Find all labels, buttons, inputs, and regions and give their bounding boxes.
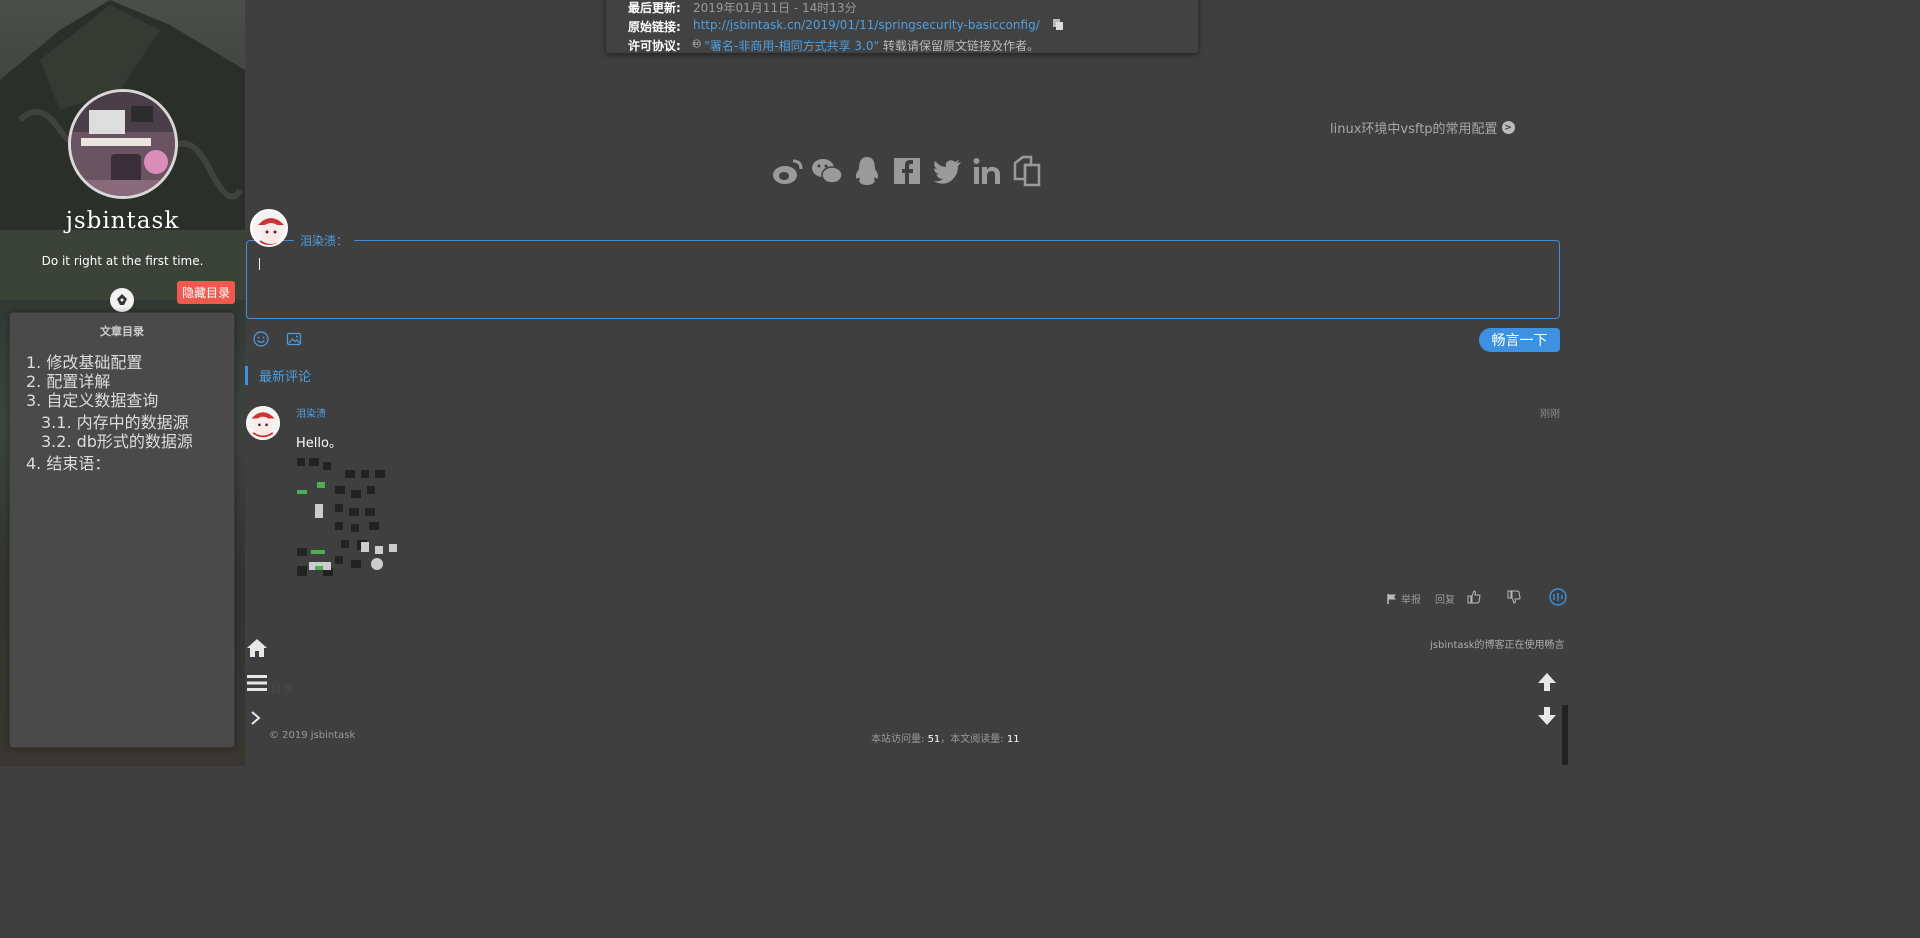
updated-value: 2019年01月11日 - 14时13分 [693, 1, 857, 15]
toc-item[interactable]: 3. 自定义数据查询 [26, 387, 158, 411]
reads-label: ，本文阅读量: [940, 734, 1007, 745]
comment-author[interactable]: 泪染渍 [296, 405, 326, 420]
qq-icon[interactable] [851, 155, 883, 187]
report-button[interactable]: 举报 [1386, 591, 1421, 606]
comment-text: Hello。 [296, 436, 342, 451]
blog-avatar[interactable] [68, 89, 178, 199]
weibo-icon[interactable] [771, 155, 803, 187]
comment-textarea[interactable] [246, 240, 1560, 319]
share-comment-icon[interactable] [1549, 588, 1567, 609]
updated-label: 最后更新: [628, 1, 681, 15]
submit-comment-button[interactable]: 畅言一下 [1479, 328, 1560, 352]
copy-link-icon[interactable] [1052, 18, 1064, 35]
license-note: 转载请保留原文链接及作者。 [883, 39, 1040, 53]
reply-button[interactable]: 回复 [1435, 591, 1455, 606]
thumbs-up-icon[interactable] [1467, 590, 1481, 607]
post-reads: 11 [1006, 734, 1020, 745]
next-arrow-icon: > [1501, 121, 1515, 134]
latest-comments-title: 最新评论 [245, 366, 311, 385]
post-info-card: 最后更新: 2019年01月11日 - 14时13分 原始链接: http://… [606, 0, 1198, 53]
scroll-down-icon[interactable] [1536, 705, 1558, 731]
visits-label: 本站访问量: [871, 734, 928, 745]
emoji-icon[interactable] [253, 331, 269, 351]
image-upload-icon[interactable] [286, 331, 302, 351]
comment-author-avatar[interactable] [246, 406, 280, 440]
thumbs-down-icon[interactable] [1507, 590, 1521, 607]
menu-icon[interactable] [246, 673, 268, 697]
next-post-link[interactable]: linux环境中vsftp的常用配置 > [1330, 118, 1515, 137]
footer-copyright: © 2019 jsbintask [269, 730, 356, 741]
scrollbar[interactable] [1562, 705, 1568, 765]
cc-icon: 🅭 [693, 37, 701, 51]
license-label: 许可协议: [628, 39, 681, 53]
pen-icon[interactable] [110, 288, 134, 312]
footer-stats: 本站访问量: 51，本文阅读量: 11 [871, 730, 1020, 745]
linkedin-icon[interactable] [971, 155, 1003, 187]
sidebar: jsbintask Do it right at the first time.… [0, 0, 245, 766]
comment-image[interactable] [295, 456, 399, 579]
twitter-icon[interactable] [931, 155, 963, 187]
comment-nickname: 泪染渍： [294, 232, 355, 249]
toc-title: 文章目录 [100, 325, 144, 338]
commenter-avatar [250, 209, 288, 247]
next-post-title: linux环境中vsftp的常用配置 [1330, 122, 1498, 137]
flag-icon [1387, 593, 1396, 604]
toc-toggle-label: 目录 [270, 682, 295, 696]
comment-time: 刚刚 [1540, 409, 1560, 420]
wechat-icon[interactable] [811, 155, 843, 187]
blog-motto: Do it right at the first time. [41, 254, 204, 268]
scroll-up-icon[interactable] [1536, 671, 1558, 697]
share-bar [771, 155, 1043, 187]
original-link[interactable]: http://jsbintask.cn/2019/01/11/springsec… [693, 18, 1040, 35]
powered-by-text: jsbintask的博客正在使用畅言 [1430, 640, 1565, 651]
toc-item[interactable]: 3.2. db形式的数据源 [41, 428, 193, 452]
table-of-contents: 文章目录 1. 修改基础配置 2. 配置详解 3. 自定义数据查询 3.1. 内… [9, 312, 235, 748]
chevron-right-icon[interactable] [250, 710, 262, 729]
comment-actions: 举报 回复 [1386, 588, 1567, 609]
hide-toc-button[interactable]: 隐藏目录 [177, 281, 235, 304]
license-link[interactable]: "署名-非商用-相同方式共享 3.0" [704, 37, 879, 54]
blog-title[interactable]: jsbintask [0, 208, 245, 234]
copy-icon[interactable] [1011, 155, 1043, 187]
site-visits: 51 [927, 734, 941, 745]
text-caret [259, 258, 260, 270]
toc-item[interactable]: 4. 结束语： [26, 450, 110, 474]
home-icon[interactable] [246, 638, 268, 662]
facebook-icon[interactable] [891, 155, 923, 187]
link-label: 原始链接: [628, 20, 681, 34]
